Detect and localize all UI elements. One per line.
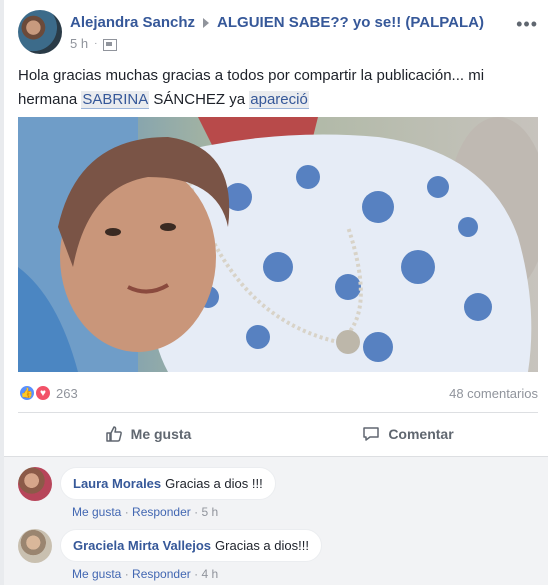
comment-author[interactable]: Laura Morales (73, 476, 161, 491)
comment-bubble: Graciela Mirta Vallejos Gracias a dios!!! (60, 529, 322, 562)
post-title-line: Alejandra Sanchz ALGUIEN SABE?? yo se!! (… (70, 14, 484, 31)
author-name[interactable]: Alejandra Sanchz (70, 14, 195, 31)
post-text: Hola gracias muchas gracias a todos por … (18, 64, 538, 112)
post-text-part: SÁNCHEZ ya (149, 91, 250, 108)
comment-text: Gracias a dios !!! (165, 476, 263, 491)
comment-button-label: Comentar (388, 426, 454, 442)
mention-link[interactable]: SABRINA (81, 91, 150, 109)
photo-illustration (18, 117, 538, 372)
comment-like-link[interactable]: Me gusta (72, 567, 121, 581)
comments-count[interactable]: 48 comentarios (449, 386, 538, 401)
like-button[interactable]: Me gusta (18, 414, 278, 454)
separator-dot: · (94, 38, 98, 49)
comment-author[interactable]: Graciela Mirta Vallejos (73, 538, 211, 553)
more-options-button[interactable]: ••• (516, 14, 538, 35)
reactions-summary[interactable]: 👍 ♥ 263 (18, 384, 78, 402)
post-time[interactable]: 5 h (70, 36, 88, 51)
post-header: Alejandra Sanchz ALGUIEN SABE?? yo se!! (… (18, 10, 538, 56)
thumbs-up-icon (105, 426, 122, 442)
commenter-avatar[interactable] (18, 529, 52, 563)
more-dots-icon: ••• (516, 14, 538, 34)
comment-button[interactable]: Comentar (278, 414, 538, 454)
comments-section: Laura Morales Gracias a dios !!! Me gusta… (4, 456, 548, 585)
comment-reply-link[interactable]: Responder (132, 505, 191, 519)
comment-text: Gracias a dios!!! (215, 538, 309, 553)
like-button-label: Me gusta (130, 426, 192, 442)
comment-bubble-icon (363, 427, 380, 441)
post-meta: 5 h · (70, 36, 118, 51)
divider (18, 412, 538, 413)
love-reaction-icon: ♥ (34, 384, 52, 402)
comment-reply-link[interactable]: Responder (132, 567, 191, 581)
comment-like-link[interactable]: Me gusta (72, 505, 121, 519)
post-card: Alejandra Sanchz ALGUIEN SABE?? yo se!! (… (4, 0, 548, 456)
comment-actions: Me gusta · Responder · 4 h (72, 567, 218, 581)
mention-link[interactable]: apareció (249, 91, 309, 109)
post-photo[interactable] (18, 117, 538, 372)
group-audience-icon (103, 38, 118, 51)
author-avatar[interactable] (18, 10, 62, 54)
comment-bubble: Laura Morales Gracias a dios !!! (60, 467, 276, 500)
reaction-count[interactable]: 263 (56, 386, 78, 401)
comment-actions: Me gusta · Responder · 5 h (72, 505, 218, 519)
group-name[interactable]: ALGUIEN SABE?? yo se!! (PALPALA) (217, 14, 484, 31)
comment-time[interactable]: 4 h (201, 567, 218, 581)
post-stats: 👍 ♥ 263 48 comentarios (18, 380, 538, 406)
post-actions: Me gusta Comentar (18, 414, 538, 454)
separator-dot: · (124, 505, 133, 519)
triangle-right-icon (203, 17, 210, 28)
separator-dot: · (124, 567, 133, 581)
commenter-avatar[interactable] (18, 467, 52, 501)
comment-time[interactable]: 5 h (201, 505, 218, 519)
